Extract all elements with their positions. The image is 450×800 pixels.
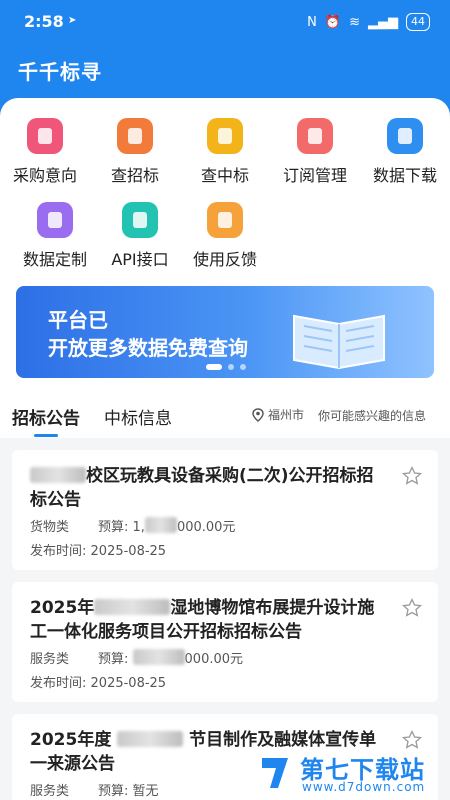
banner-line-1: 平台已 — [48, 308, 108, 332]
redacted-text — [132, 649, 185, 665]
promo-banner[interactable]: 平台已 开放更多数据免费查询 — [16, 286, 434, 378]
navigation-arrow-icon: ➤ — [68, 15, 77, 26]
watermark-logo — [262, 758, 288, 788]
feedback-icon — [207, 202, 243, 238]
feature-label: 数据定制 — [22, 250, 87, 269]
notice-budget: 预算: 000.00元 — [98, 648, 243, 667]
feature-card: 采购意向 查招标 查中标 订阅管理 数据下载 数据定制 API接口 使用反馈 平… — [0, 98, 450, 388]
star-icon[interactable] — [402, 466, 422, 486]
notice-category: 服务类 — [30, 784, 70, 799]
list-item[interactable]: 2025年 湿地博物馆布展提升设计施工一体化服务项目公开招标招标公告 服务类 预算… — [12, 582, 438, 702]
download-icon — [387, 118, 423, 154]
notice-date: 发布时间: 2025-08-25 — [30, 676, 167, 691]
city-label: 福州市 — [268, 408, 305, 422]
watermark: 第七下载站 www.d7down.com — [258, 746, 450, 800]
nfc-icon: N — [307, 14, 317, 30]
feature-api[interactable]: API接口 — [95, 202, 185, 270]
feature-label: 查招标 — [110, 166, 159, 185]
carousel-dot — [228, 364, 234, 370]
feature-label: 数据下载 — [372, 166, 437, 185]
notice-budget: 预算: 1, 000.00元 — [98, 516, 235, 535]
notice-category: 货物类 — [30, 520, 70, 535]
alarm-icon: ⏰ — [324, 14, 342, 30]
banner-line-2: 开放更多数据免费查询 — [48, 336, 248, 360]
interest-filter[interactable]: 你可能感兴趣的信息 — [318, 407, 426, 424]
notice-category: 服务类 — [30, 652, 70, 667]
feature-label: 采购意向 — [12, 166, 77, 185]
carousel-indicator — [206, 364, 246, 370]
subscription-icon — [297, 118, 333, 154]
feature-search-bidding[interactable]: 查招标 — [90, 118, 180, 186]
tab-bidding-notice[interactable]: 招标公告 — [12, 404, 80, 437]
battery-icon: 44 — [406, 13, 430, 31]
api-icon — [122, 202, 158, 238]
feature-search-winning[interactable]: 查中标 — [180, 118, 270, 186]
redacted-text — [94, 599, 171, 615]
tab-winning-info[interactable]: 中标信息 — [104, 404, 172, 429]
open-book-icon — [293, 314, 385, 370]
location-pin-icon — [252, 407, 264, 422]
notice-date: 发布时间: 2025-08-25 — [30, 544, 167, 559]
city-filter[interactable]: 福州市 — [252, 406, 304, 423]
feature-feedback[interactable]: 使用反馈 — [180, 202, 270, 270]
status-bar: 2:58 ➤ N ⏰ ≋ ▂▄▆ 44 — [0, 0, 450, 46]
feature-label: 查中标 — [200, 166, 249, 185]
redacted-text — [144, 517, 177, 533]
watermark-url: www.d7down.com — [302, 780, 426, 794]
feature-label: 订阅管理 — [282, 166, 347, 185]
status-icons: N ⏰ ≋ ▂▄▆ 44 — [307, 13, 430, 31]
notice-title: 2025年 湿地博物馆布展提升设计施工一体化服务项目公开招标招标公告 — [30, 598, 375, 642]
feature-label: API接口 — [111, 250, 169, 269]
tab-bar: 招标公告 中标信息 福州市 你可能感兴趣的信息 — [0, 388, 450, 438]
signal-icon: ▂▄▆ — [368, 14, 398, 30]
document-icon — [117, 118, 153, 154]
compass-icon — [27, 118, 63, 154]
list-item[interactable]: 校区玩教具设备采购(二次)公开招标招标公告 货物类 预算: 1, 000.00元 … — [12, 450, 438, 570]
status-time: 2:58 — [24, 12, 64, 31]
app-title: 千千标寻 — [18, 60, 102, 84]
carousel-dot-active — [206, 364, 222, 370]
feature-data-customize[interactable]: 数据定制 — [10, 202, 100, 270]
redacted-text — [30, 467, 86, 483]
feature-subscription[interactable]: 订阅管理 — [270, 118, 360, 186]
notice-title: 校区玩教具设备采购(二次)公开招标招标公告 — [30, 466, 374, 510]
target-icon — [207, 118, 243, 154]
redacted-text — [117, 731, 184, 747]
feature-procurement-intent[interactable]: 采购意向 — [0, 118, 90, 186]
carousel-dot — [240, 364, 246, 370]
wifi-icon: ≋ — [349, 14, 360, 30]
feature-label: 使用反馈 — [192, 250, 257, 269]
customize-icon — [37, 202, 73, 238]
star-icon[interactable] — [402, 598, 422, 618]
feature-data-download[interactable]: 数据下载 — [360, 118, 450, 186]
notice-budget: 预算: 暂无 — [98, 784, 159, 799]
